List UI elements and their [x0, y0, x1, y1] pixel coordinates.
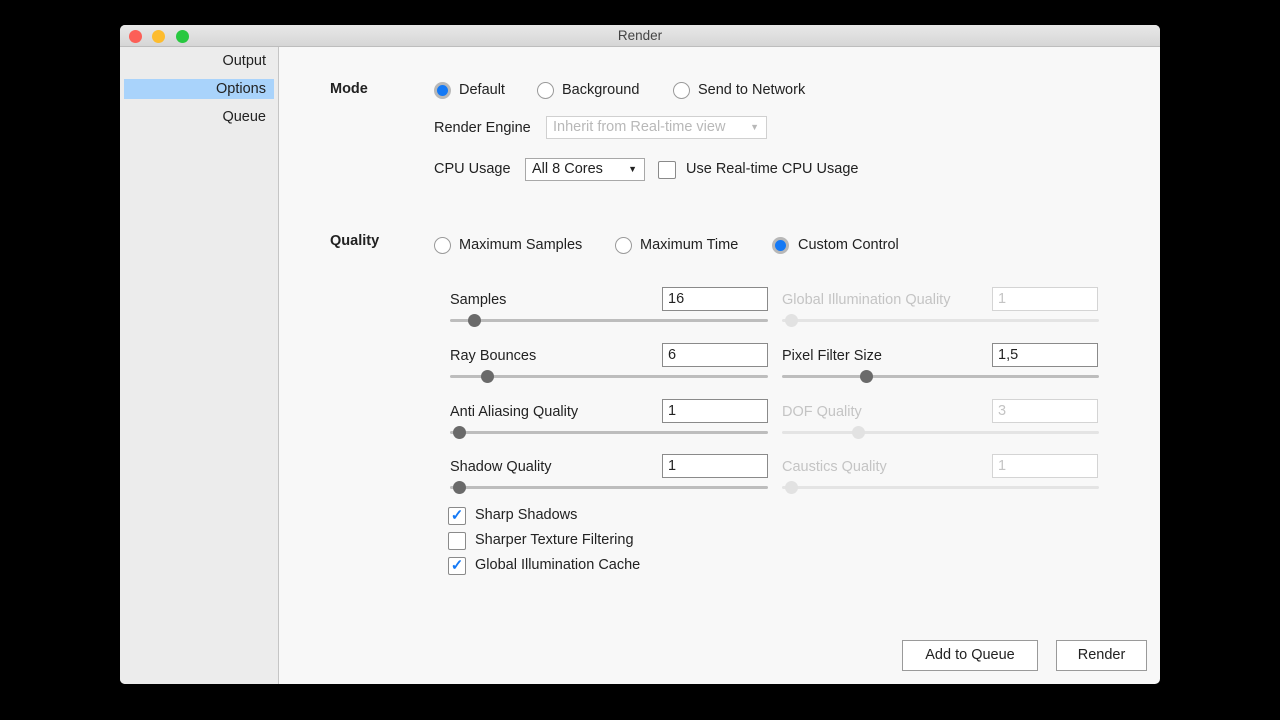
ray-bounces-value: 6 [668, 347, 677, 363]
radio-maximum-time[interactable] [615, 237, 632, 254]
cpu-usage-value: All 8 Cores [532, 161, 603, 177]
cpu-usage-select[interactable]: All 8 Cores ▼ [525, 158, 645, 181]
realtime-cpu-label[interactable]: Use Real-time CPU Usage [686, 161, 858, 177]
global-illumination-quality-value: 1 [998, 291, 1007, 307]
render-engine-label: Render Engine [434, 120, 531, 136]
pixel-filter-size-label: Pixel Filter Size [782, 348, 882, 364]
render-engine-value: Inherit from Real-time view [553, 119, 726, 135]
caustics-quality-slider [782, 481, 1099, 494]
dof-quality-input: 3 [992, 399, 1098, 423]
samples-input[interactable]: 16 [662, 287, 768, 311]
ray-bounces-slider-thumb[interactable] [480, 370, 494, 383]
zoom-icon[interactable] [176, 30, 189, 43]
sidebar: Output Options Queue [120, 47, 279, 684]
shadow-quality-label: Shadow Quality [450, 459, 552, 475]
render-window: Render Output Options Queue Mode Default… [120, 25, 1160, 684]
global-illumination-quality-input: 1 [992, 287, 1098, 311]
pixel-filter-size-slider[interactable] [782, 370, 1099, 383]
anti-aliasing-quality-slider-thumb[interactable] [453, 426, 466, 439]
anti-aliasing-quality-label: Anti Aliasing Quality [450, 404, 579, 420]
sidebar-item-output[interactable]: Output [124, 51, 274, 71]
dof-quality-label: DOF Quality [782, 404, 862, 420]
caustics-quality-slider-thumb [785, 481, 798, 494]
caustics-quality-input: 1 [992, 454, 1098, 478]
samples-value: 16 [668, 291, 685, 307]
global-illumination-quality-slider-thumb [785, 314, 798, 327]
radio-default-label[interactable]: Default [459, 82, 505, 98]
ray-bounces-input[interactable]: 6 [662, 343, 768, 367]
shadow-quality-value: 1 [668, 458, 677, 474]
title-bar: Render [120, 25, 1160, 47]
radio-background-label[interactable]: Background [562, 82, 639, 98]
radio-custom-control[interactable] [772, 237, 789, 254]
dof-quality-value: 3 [998, 403, 1007, 419]
shadow-quality-slider-thumb[interactable] [453, 481, 466, 494]
anti-aliasing-quality-input[interactable]: 1 [662, 399, 768, 423]
checkmark-icon: ✓ [450, 557, 464, 574]
window-title: Render [617, 28, 663, 43]
radio-default[interactable] [434, 82, 451, 99]
chevron-down-icon: ▼ [628, 164, 637, 174]
sidebar-item-options[interactable]: Options [124, 79, 274, 99]
shadow-quality-input[interactable]: 1 [662, 454, 768, 478]
realtime-cpu-checkbox[interactable] [658, 161, 676, 179]
quality-heading: Quality [330, 233, 380, 249]
radio-maximum-time-label[interactable]: Maximum Time [640, 237, 738, 253]
global-illumination-quality-label: Global Illumination Quality [782, 292, 951, 308]
anti-aliasing-quality-value: 1 [668, 403, 677, 419]
add-to-queue-button[interactable]: Add to Queue [902, 640, 1038, 671]
render-engine-select: Inherit from Real-time view ▼ [546, 116, 767, 139]
anti-aliasing-quality-slider[interactable] [450, 426, 768, 439]
radio-maximum-samples-label[interactable]: Maximum Samples [459, 237, 582, 253]
close-icon[interactable] [129, 30, 142, 43]
chevron-down-icon: ▼ [750, 122, 759, 132]
radio-custom-control-label[interactable]: Custom Control [798, 237, 899, 253]
radio-maximum-samples[interactable] [434, 237, 451, 254]
global-illumination-quality-slider [782, 314, 1099, 327]
pixel-filter-size-slider-thumb[interactable] [860, 370, 873, 383]
radio-background[interactable] [537, 82, 554, 99]
caustics-quality-value: 1 [998, 458, 1007, 474]
caustics-quality-label: Caustics Quality [782, 459, 887, 475]
mode-heading: Mode [330, 81, 368, 97]
dof-quality-slider [782, 426, 1099, 439]
radio-send-to-network[interactable] [673, 82, 690, 99]
samples-slider[interactable] [450, 314, 768, 327]
cpu-usage-label: CPU Usage [434, 161, 511, 177]
radio-send-to-network-label[interactable]: Send to Network [698, 82, 805, 98]
shadow-quality-slider[interactable] [450, 481, 768, 494]
samples-label: Samples [450, 292, 507, 308]
sharper-texture-filtering-checkbox[interactable] [448, 532, 466, 550]
render-button[interactable]: Render [1056, 640, 1147, 671]
dof-quality-slider-thumb [852, 426, 866, 439]
sidebar-item-queue[interactable]: Queue [124, 107, 274, 127]
gi-cache-label[interactable]: Global Illumination Cache [475, 557, 640, 573]
ray-bounces-slider[interactable] [450, 370, 768, 383]
ray-bounces-label: Ray Bounces [450, 348, 537, 364]
gi-cache-checkbox[interactable]: ✓ [448, 557, 466, 575]
pixel-filter-size-value: 1,5 [998, 347, 1019, 363]
samples-slider-thumb[interactable] [467, 314, 481, 327]
pixel-filter-size-input[interactable]: 1,5 [992, 343, 1098, 367]
sharp-shadows-label[interactable]: Sharp Shadows [475, 507, 577, 523]
sharper-texture-filtering-label[interactable]: Sharper Texture Filtering [475, 532, 634, 548]
sharp-shadows-checkbox[interactable]: ✓ [448, 507, 466, 525]
minimize-icon[interactable] [152, 30, 165, 43]
checkmark-icon: ✓ [450, 507, 464, 524]
